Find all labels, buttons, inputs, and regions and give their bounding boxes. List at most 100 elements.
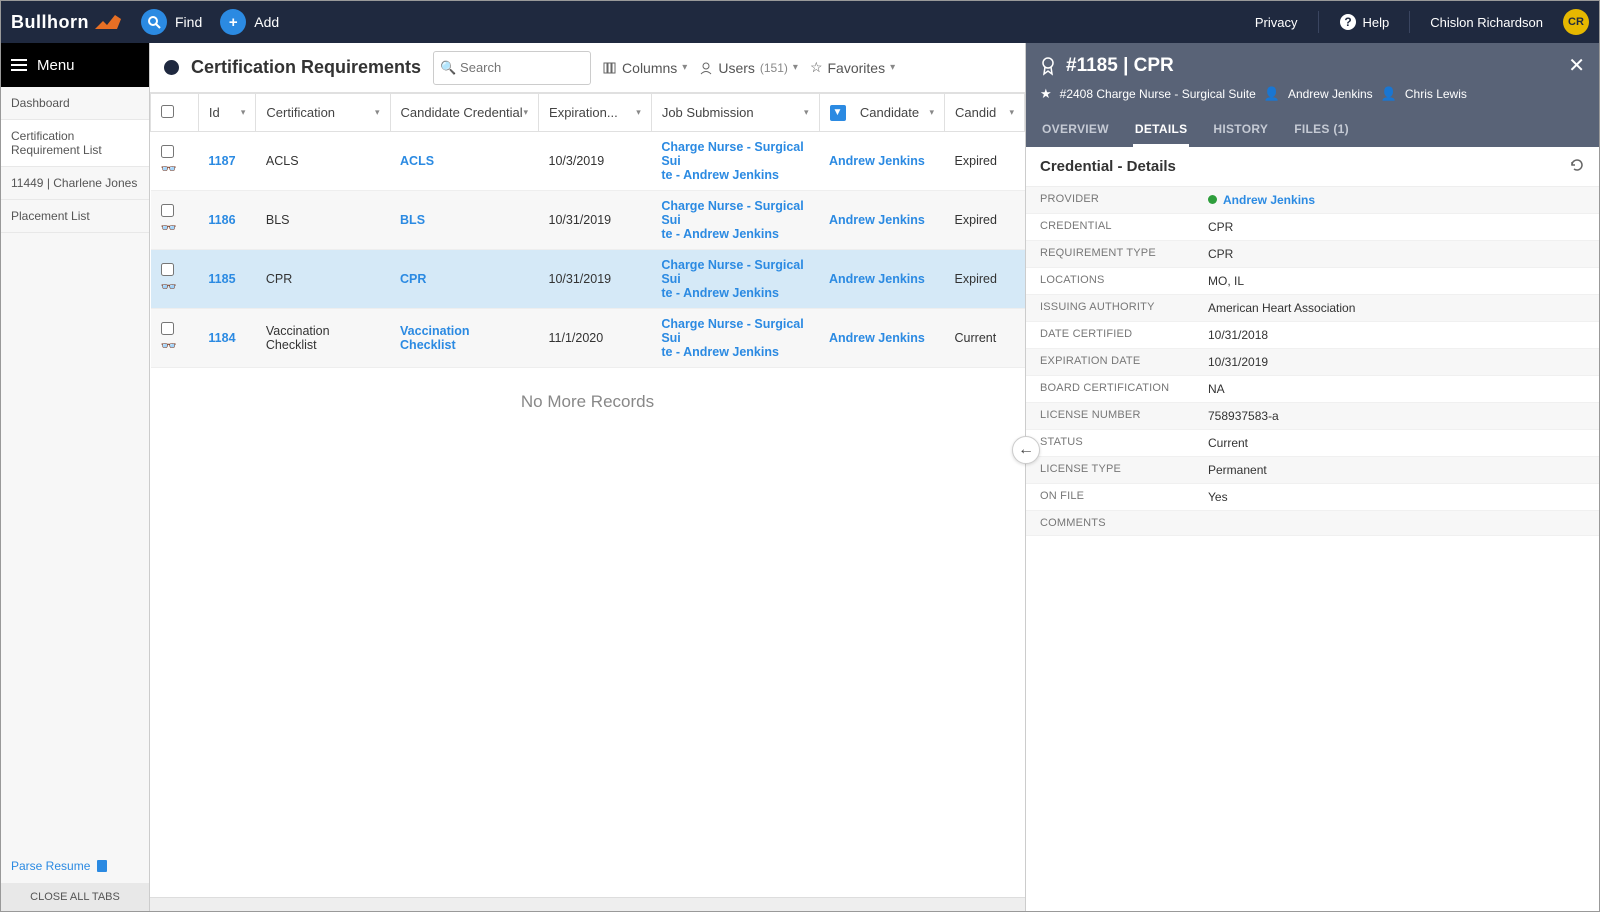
caret-down-icon: ▾ [930, 107, 935, 118]
sidebar-item[interactable]: Dashboard [1, 87, 149, 120]
detail-tab[interactable]: HISTORY [1211, 114, 1270, 147]
breadcrumb-person[interactable]: Andrew Jenkins [1288, 87, 1373, 101]
divider [1409, 11, 1410, 33]
field-row: LOCATIONSMO, IL [1026, 268, 1599, 295]
field-value: 10/31/2018 [1198, 322, 1599, 348]
column-header[interactable]: ▼Candidate▾ [819, 94, 945, 132]
status-dot-icon [1208, 195, 1217, 204]
credential-link[interactable]: BLS [400, 213, 425, 227]
field-row: REQUIREMENT TYPECPR [1026, 241, 1599, 268]
table-row[interactable]: 👓1184Vaccination ChecklistVaccination Ch… [151, 309, 1025, 368]
field-row: LICENSE NUMBER758937583-a [1026, 403, 1599, 430]
document-icon [96, 859, 108, 873]
breadcrumb-person[interactable]: Chris Lewis [1405, 87, 1467, 101]
column-header[interactable]: Certification▾ [256, 94, 390, 132]
field-value: 758937583-a [1198, 403, 1599, 429]
preview-icon[interactable]: 👓 [161, 338, 177, 353]
column-header[interactable]: Candid▾ [945, 94, 1025, 132]
select-all-checkbox[interactable] [161, 105, 174, 118]
status-cell: Expired [945, 132, 1025, 191]
row-checkbox[interactable] [161, 145, 174, 158]
field-value: 10/31/2019 [1198, 349, 1599, 375]
help-link[interactable]: ? Help [1339, 13, 1390, 31]
column-header[interactable]: Expiration...▾ [539, 94, 652, 132]
page-title: Certification Requirements [191, 57, 421, 78]
horizontal-scrollbar[interactable] [150, 897, 1025, 911]
expiration-cell: 10/31/2019 [539, 250, 652, 309]
field-row: DATE CERTIFIED10/31/2018 [1026, 322, 1599, 349]
bull-icon [93, 11, 123, 33]
job-link[interactable]: Charge Nurse - Surgical Suite - Andrew J… [661, 140, 803, 182]
field-label: LOCATIONS [1026, 268, 1198, 294]
find-button[interactable]: Find [141, 9, 202, 35]
id-link[interactable]: 1184 [208, 331, 235, 345]
row-checkbox[interactable] [161, 322, 174, 335]
field-row: PROVIDERAndrew Jenkins [1026, 187, 1599, 214]
id-link[interactable]: 1187 [208, 154, 235, 168]
row-checkbox[interactable] [161, 204, 174, 217]
column-header[interactable]: Candidate Credential▾ [390, 94, 539, 132]
sidebar-item[interactable]: Certification Requirement List [1, 120, 149, 167]
row-checkbox[interactable] [161, 263, 174, 276]
user-name[interactable]: Chislon Richardson [1430, 15, 1543, 30]
field-value: Current [1198, 430, 1599, 456]
field-value: NA [1198, 376, 1599, 402]
close-detail-button[interactable]: ✕ [1568, 53, 1585, 78]
caret-down-icon: ▾ [804, 107, 809, 118]
column-header[interactable]: Job Submission▾ [651, 94, 819, 132]
job-link[interactable]: Charge Nurse - Surgical Suite - Andrew J… [661, 317, 803, 359]
column-header[interactable]: Id▾ [198, 94, 255, 132]
refresh-button[interactable] [1569, 157, 1585, 176]
table-row[interactable]: 👓1187ACLSACLS10/3/2019Charge Nurse - Sur… [151, 132, 1025, 191]
candidate-link[interactable]: Andrew Jenkins [829, 213, 925, 227]
toolbar: Certification Requirements 🔍 Columns▾ Us… [150, 43, 1025, 93]
preview-icon[interactable]: 👓 [161, 161, 177, 176]
credential-link[interactable]: CPR [400, 272, 426, 286]
add-button[interactable]: + Add [220, 9, 279, 35]
detail-tab[interactable]: FILES (1) [1292, 114, 1351, 147]
favorites-dropdown[interactable]: ☆ Favorites▾ [810, 59, 895, 76]
credential-link[interactable]: ACLS [400, 154, 434, 168]
detail-tab[interactable]: DETAILS [1133, 114, 1190, 147]
add-label: Add [254, 14, 279, 30]
field-value: American Heart Association [1198, 295, 1599, 321]
candidate-link[interactable]: Andrew Jenkins [829, 331, 925, 345]
breadcrumb-job[interactable]: #2408 Charge Nurse - Surgical Suite [1060, 87, 1256, 101]
detail-tab[interactable]: OVERVIEW [1040, 114, 1111, 147]
field-link[interactable]: Andrew Jenkins [1223, 193, 1315, 207]
arrow-left-icon: ← [1018, 441, 1034, 459]
sidebar-item[interactable]: 11449 | Charlene Jones [1, 167, 149, 200]
users-dropdown[interactable]: Users (151) ▾ [699, 60, 798, 76]
privacy-link[interactable]: Privacy [1255, 15, 1298, 30]
job-link[interactable]: Charge Nurse - Surgical Suite - Andrew J… [661, 199, 803, 241]
credential-link[interactable]: Vaccination Checklist [400, 324, 469, 352]
field-label: DATE CERTIFIED [1026, 322, 1198, 348]
field-row: EXPIRATION DATE10/31/2019 [1026, 349, 1599, 376]
entity-bullet-icon [164, 60, 179, 75]
candidate-link[interactable]: Andrew Jenkins [829, 272, 925, 286]
table-row[interactable]: 👓 1185 CPR CPR 10/31/2019Charge Nurse - Surg… [151, 250, 1025, 309]
preview-icon[interactable]: 👓 [161, 220, 177, 235]
candidate-link[interactable]: Andrew Jenkins [829, 154, 925, 168]
field-row: ON FILEYes [1026, 484, 1599, 511]
close-all-tabs-button[interactable]: CLOSE ALL TABS [1, 883, 149, 911]
id-link[interactable]: 1186 [208, 213, 235, 227]
collapse-panel-button[interactable]: ← [1012, 436, 1040, 464]
parse-resume-link[interactable]: Parse Resume [1, 849, 149, 883]
user-avatar[interactable]: CR [1563, 9, 1589, 35]
columns-dropdown[interactable]: Columns▾ [603, 60, 687, 76]
sidebar-item[interactable]: Placement List [1, 200, 149, 233]
id-link[interactable]: 1185 [208, 272, 235, 286]
field-row: LICENSE TYPEPermanent [1026, 457, 1599, 484]
certification-cell: ACLS [256, 132, 390, 191]
menu-toggle[interactable]: Menu [1, 43, 149, 87]
preview-icon[interactable]: 👓 [161, 279, 177, 294]
status-cell: Expired [945, 250, 1025, 309]
table-row[interactable]: 👓1186BLSBLS10/31/2019Charge Nurse - Surg… [151, 191, 1025, 250]
certification-cell: CPR [256, 250, 390, 309]
search-input[interactable] [433, 51, 591, 85]
svg-text:?: ? [1344, 15, 1351, 29]
requirements-table: Id▾Certification▾Candidate Credential▾Ex… [150, 93, 1025, 368]
field-label: CREDENTIAL [1026, 214, 1198, 240]
job-link[interactable]: Charge Nurse - Surgical Suite - Andrew J… [661, 258, 803, 300]
